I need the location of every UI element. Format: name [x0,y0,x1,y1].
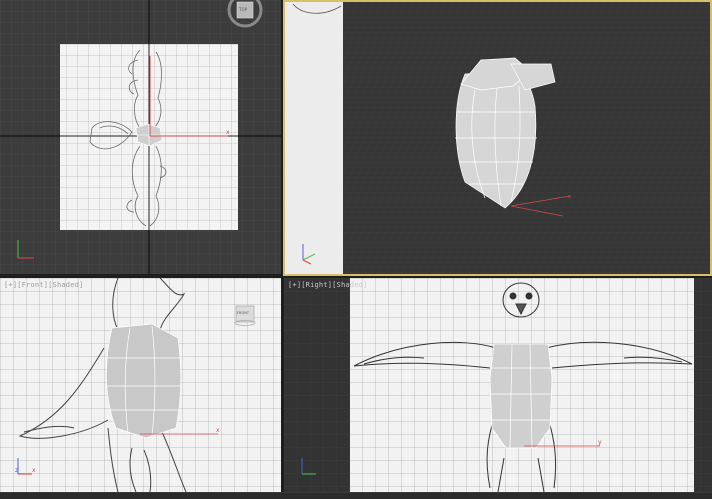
viewport-right-label[interactable]: [+][Right][Shaded] [288,281,367,289]
viewport-perspective-canvas: x [285,2,710,274]
viewcube-front[interactable]: FRONT [234,304,256,326]
right-mesh [489,343,553,449]
viewport-front-label[interactable]: [+][Front][Shaded] [4,281,83,289]
viewcube-front-label: FRONT [237,311,249,315]
front-mesh [106,323,182,439]
top-gizmo-x-label: x [226,129,230,136]
viewcube-top-label: TOP [239,7,248,12]
front-axis-z-label: z [15,467,18,474]
perspective-reference-plane [285,2,343,274]
viewport-right[interactable]: y [+][Right][Shaded] [284,278,712,492]
viewport-top[interactable]: x TOP [0,0,281,274]
right-gizmo-y-label: y [598,439,602,446]
viewport-top-canvas: x [0,0,281,274]
viewport-front[interactable]: x z x [+][Front][Shaded] FRONT [0,278,281,492]
front-axis-x-label: x [32,467,36,474]
viewcube-top[interactable]: TOP [226,0,264,30]
viewport-perspective[interactable]: x [283,0,712,276]
front-gizmo-x-label: x [216,427,220,434]
viewport-right-canvas: y [284,278,712,492]
persp-gizmo-x-label: x [568,194,571,200]
